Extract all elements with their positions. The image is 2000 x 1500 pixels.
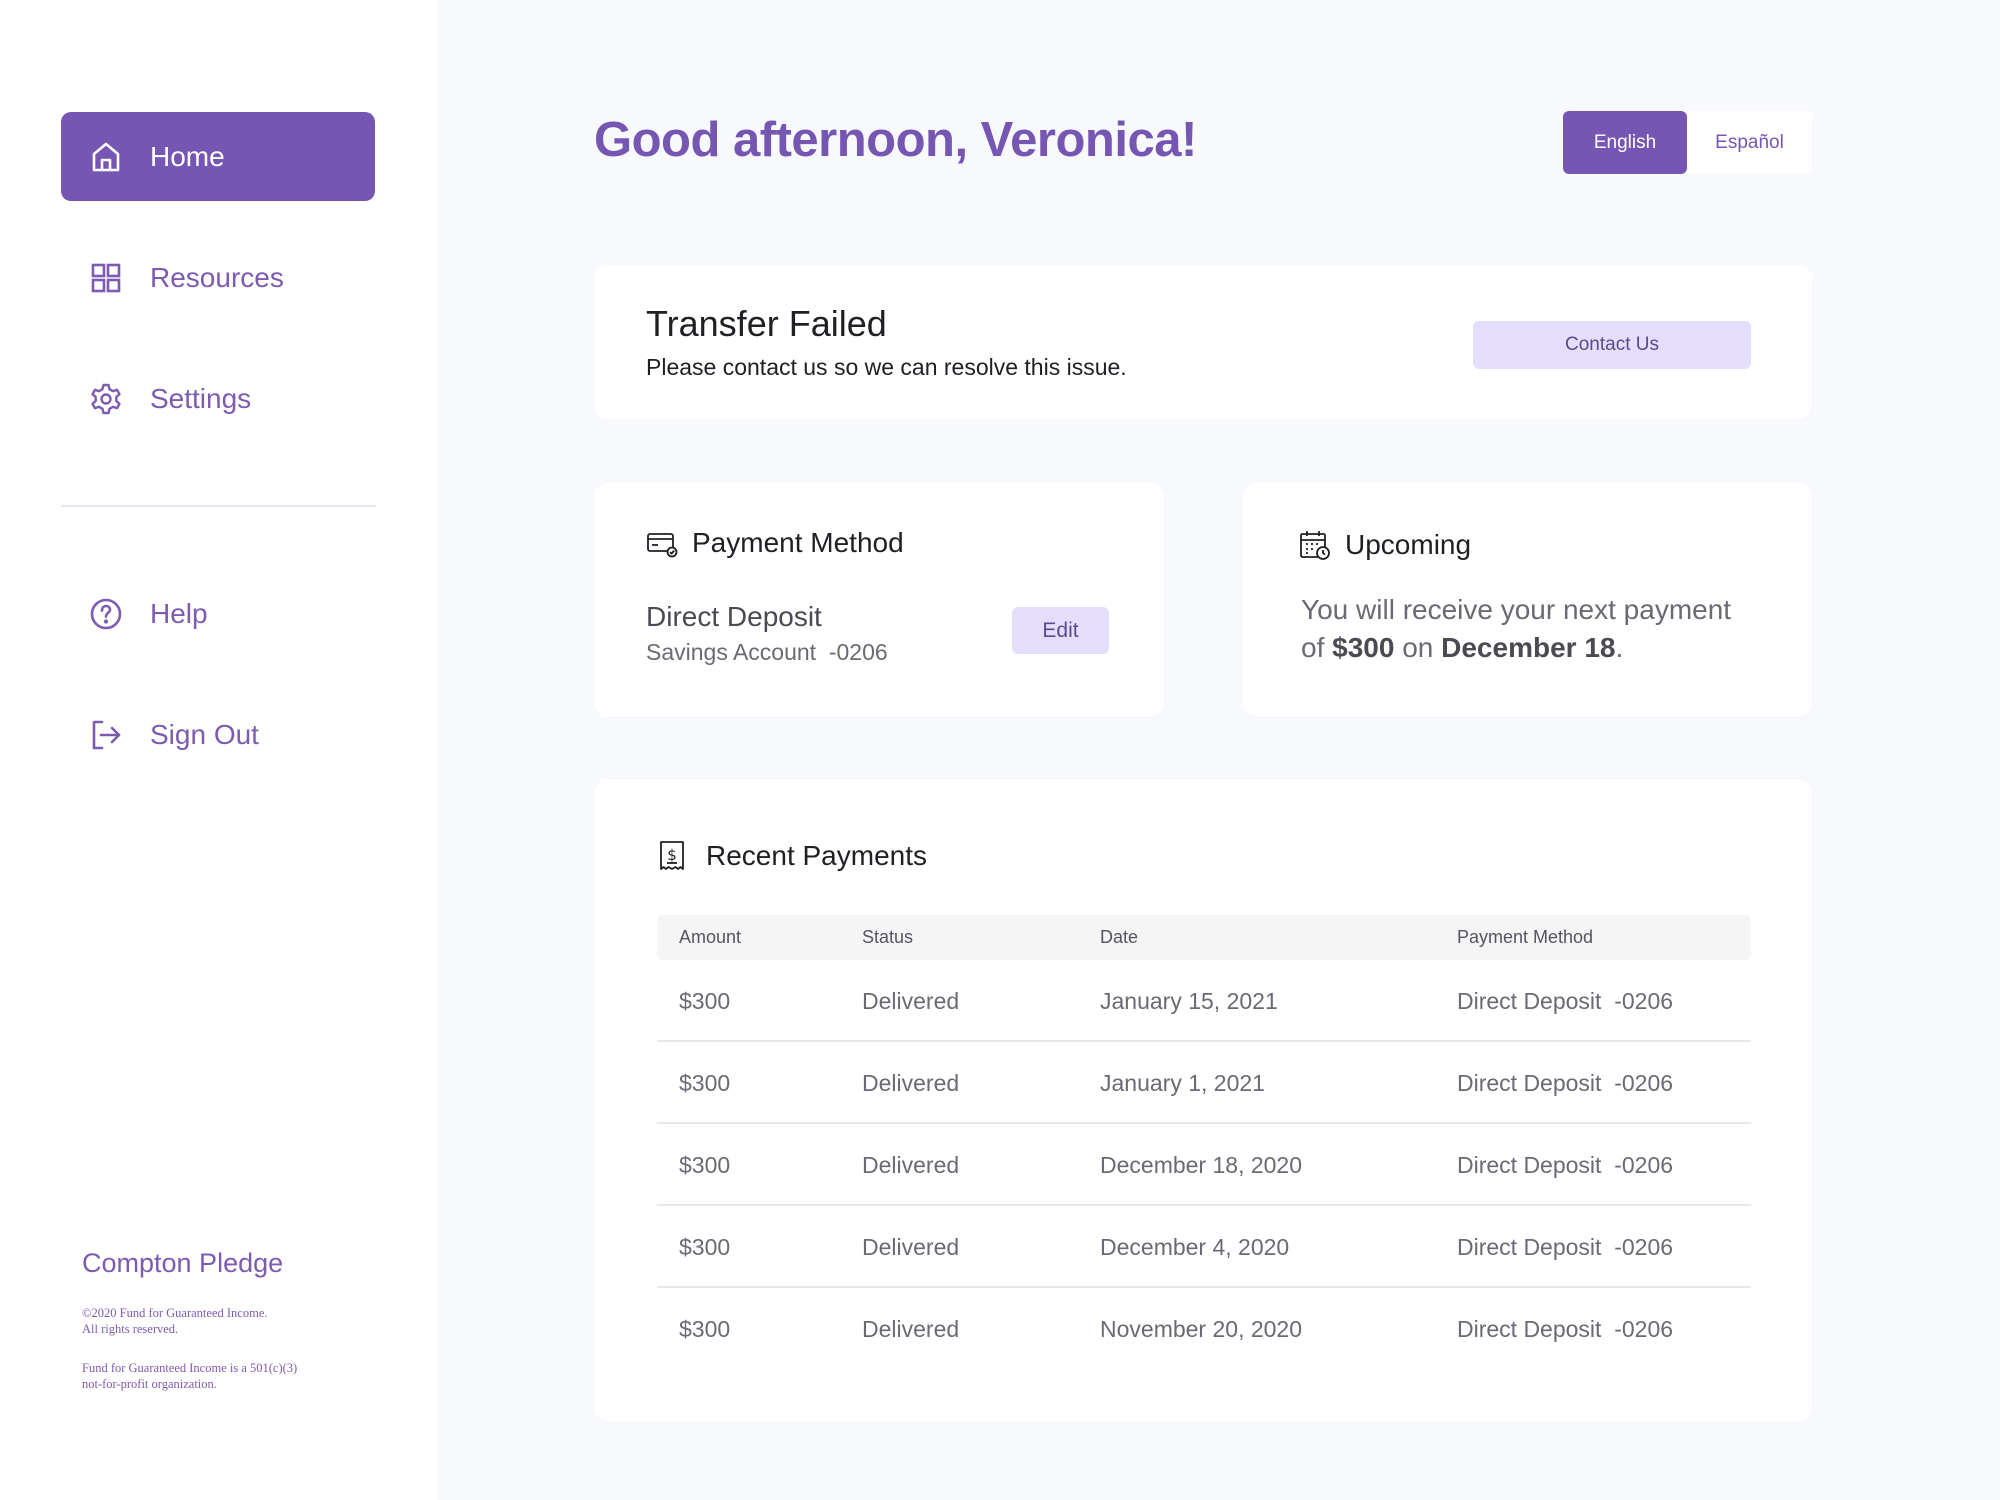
payment-method-account: Savings Account -0206 (646, 639, 888, 665)
upcoming-date: December 18 (1441, 632, 1616, 663)
cell-amount: $300 (679, 987, 731, 1014)
grid-icon (89, 261, 123, 295)
cell-payment-method: Direct Deposit -0206 (1457, 1233, 1674, 1260)
page-title: Good afternoon, Veronica! (594, 113, 1197, 167)
copyright-text: ©2020 Fund for Guaranteed Income. All ri… (82, 1306, 268, 1336)
upcoming-card: Upcoming You will receive your next paym… (1243, 483, 1812, 716)
upcoming-amount: $300 (1332, 632, 1395, 663)
cell-payment-method: Direct Deposit -0206 (1457, 1315, 1674, 1342)
sidebar-item-label: Sign Out (150, 718, 259, 750)
cell-amount: $300 (679, 1315, 731, 1342)
cell-date: January 15, 2021 (1100, 987, 1278, 1014)
cell-status: Delivered (862, 1151, 960, 1178)
cell-payment-method: Direct Deposit -0206 (1457, 987, 1674, 1014)
cell-status: Delivered (862, 1315, 960, 1342)
cell-status: Delivered (862, 1069, 960, 1096)
cell-date: January 1, 2021 (1100, 1069, 1265, 1096)
language-toggle: English Español (1563, 111, 1812, 174)
payment-method-name: Direct Deposit (646, 601, 822, 632)
brand-name: Compton Pledge (82, 1248, 284, 1278)
upcoming-title: Upcoming (1345, 529, 1472, 560)
help-icon (89, 597, 123, 631)
recent-payments-heading: $ Recent Payments (656, 840, 927, 872)
sidebar: Home Resources Settings Help Sign Out Co… (0, 0, 438, 1500)
sidebar-divider (61, 505, 376, 507)
home-icon (89, 140, 123, 174)
cell-amount: $300 (679, 1151, 731, 1178)
sidebar-item-label: Resources (150, 261, 284, 293)
table-row: $300 Delivered December 18, 2020 Direct … (657, 1124, 1751, 1206)
alert-message: Please contact us so we can resolve this… (646, 354, 1127, 380)
payment-method-heading: Payment Method (646, 527, 904, 559)
sidebar-item-label: Settings (150, 382, 252, 414)
recent-payments-card: $ Recent Payments Amount Status Date Pay… (594, 780, 1812, 1421)
table-row: $300 Delivered December 4, 2020 Direct D… (657, 1206, 1751, 1288)
cell-status: Delivered (862, 987, 960, 1014)
cell-date: December 4, 2020 (1100, 1233, 1290, 1260)
calendar-clock-icon (1299, 529, 1331, 561)
cell-amount: $300 (679, 1233, 731, 1260)
upcoming-message: You will receive your next payment of $3… (1301, 594, 1732, 663)
alert-title: Transfer Failed (646, 303, 887, 344)
credit-card-icon (646, 527, 678, 559)
gear-icon (89, 382, 123, 416)
table-row: $300 Delivered November 20, 2020 Direct … (657, 1288, 1751, 1370)
cell-date: November 20, 2020 (1100, 1315, 1303, 1342)
language-espanol-button[interactable]: Español (1687, 111, 1812, 174)
nonprofit-text: Fund for Guaranteed Income is a 501(c)(3… (82, 1361, 298, 1391)
transfer-failed-alert: Transfer Failed Please contact us so we … (594, 265, 1812, 419)
cell-status: Delivered (862, 1233, 960, 1260)
sidebar-item-home[interactable]: Home (61, 112, 375, 201)
sidebar-item-resources[interactable]: Resources (61, 233, 375, 322)
cell-date: December 18, 2020 (1100, 1151, 1303, 1178)
language-english-button[interactable]: English (1563, 111, 1687, 174)
table-row: $300 Delivered January 15, 2021 Direct D… (657, 960, 1751, 1042)
payment-method-title: Payment Method (692, 527, 904, 558)
column-header-date: Date (1100, 927, 1139, 947)
recent-payments-title: Recent Payments (706, 840, 927, 871)
column-header-status: Status (862, 927, 914, 947)
app: Home Resources Settings Help Sign Out Co… (0, 0, 2000, 1500)
payment-method-card: Payment Method Direct Deposit Savings Ac… (594, 483, 1164, 716)
cell-payment-method: Direct Deposit -0206 (1457, 1151, 1674, 1178)
column-header-amount: Amount (679, 927, 742, 947)
sign-out-icon (89, 718, 123, 752)
svg-text:$: $ (667, 846, 677, 864)
upcoming-heading: Upcoming (1299, 529, 1471, 561)
table-header: Amount Status Date Payment Method (657, 915, 1751, 960)
sidebar-item-label: Help (150, 597, 208, 629)
column-header-payment-method: Payment Method (1457, 927, 1594, 947)
contact-us-button[interactable]: Contact Us (1473, 321, 1751, 369)
table-row: $300 Delivered January 1, 2021 Direct De… (657, 1042, 1751, 1124)
receipt-icon: $ (656, 840, 688, 872)
cell-amount: $300 (679, 1069, 731, 1096)
sidebar-item-sign-out[interactable]: Sign Out (61, 690, 375, 779)
sidebar-item-settings[interactable]: Settings (61, 354, 375, 443)
sidebar-item-help[interactable]: Help (61, 569, 375, 658)
edit-payment-method-button[interactable]: Edit (1012, 607, 1109, 654)
cell-payment-method: Direct Deposit -0206 (1457, 1069, 1674, 1096)
sidebar-item-label: Home (150, 140, 225, 172)
